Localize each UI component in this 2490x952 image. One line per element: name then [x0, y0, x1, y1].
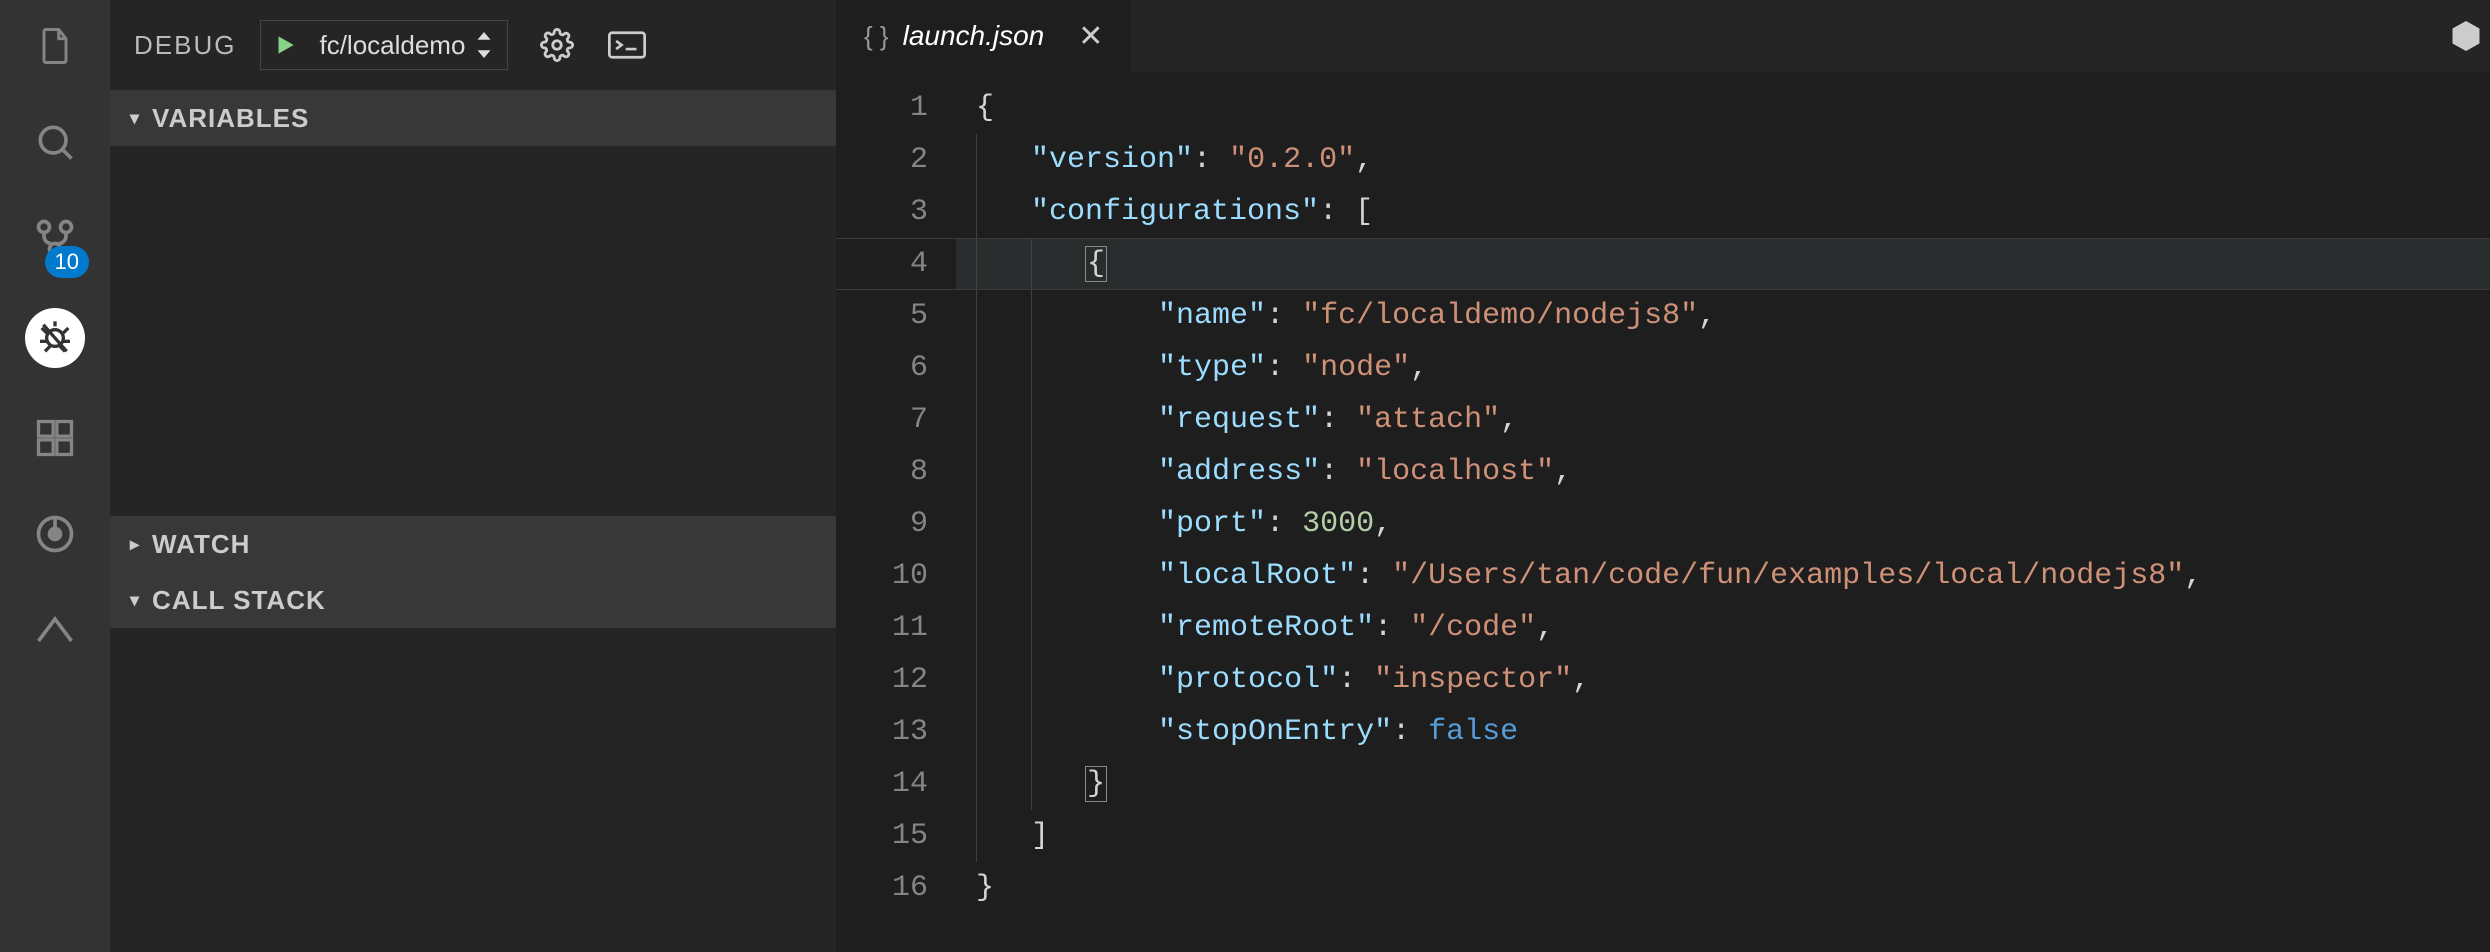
line-number: 5 [836, 290, 928, 342]
code-line[interactable]: "port": 3000, [956, 498, 2490, 550]
extensions-icon[interactable] [29, 412, 81, 464]
code-line[interactable]: } [956, 758, 2490, 810]
line-number: 11 [836, 602, 928, 654]
code-line[interactable]: } [956, 862, 2490, 914]
code-line[interactable]: "localRoot": "/Users/tan/code/fun/exampl… [956, 550, 2490, 602]
code-line[interactable]: "name": "fc/localdemo/nodejs8", [956, 290, 2490, 342]
line-number: 2 [836, 134, 928, 186]
debug-header: DEBUG fc/localdemo [110, 0, 836, 90]
callstack-section-header[interactable]: ▾ CALL STACK [110, 572, 836, 628]
debug-run-box: fc/localdemo [260, 20, 508, 70]
start-debug-button[interactable] [261, 21, 309, 69]
line-number: 12 [836, 654, 928, 706]
chevron-right-icon: ▸ [130, 534, 140, 555]
activity-bar: 10 [0, 0, 110, 952]
code-line[interactable]: "stopOnEntry": false [956, 706, 2490, 758]
code-line[interactable]: "address": "localhost", [956, 446, 2490, 498]
line-number: 14 [836, 758, 928, 810]
callstack-label: CALL STACK [152, 585, 326, 616]
variables-label: VARIABLES [152, 103, 309, 134]
code-line[interactable]: "remoteRoot": "/code", [956, 602, 2490, 654]
watch-label: WATCH [152, 529, 250, 560]
callstack-section-body [110, 628, 836, 952]
chevron-down-icon: ▾ [130, 108, 140, 129]
code-line[interactable]: { [956, 238, 2490, 290]
debug-config-select[interactable]: fc/localdemo [309, 21, 507, 69]
gear-icon[interactable] [536, 24, 578, 66]
line-number: 10 [836, 550, 928, 602]
tab-bar: { } launch.json ✕ [836, 0, 2490, 72]
code-line[interactable]: { [956, 82, 2490, 134]
line-number: 8 [836, 446, 928, 498]
line-number: 1 [836, 82, 928, 134]
line-number: 6 [836, 342, 928, 394]
code-line[interactable]: "request": "attach", [956, 394, 2490, 446]
code-line[interactable]: "protocol": "inspector", [956, 654, 2490, 706]
tab-launch-json[interactable]: { } launch.json ✕ [836, 0, 1132, 72]
variables-section-header[interactable]: ▾ VARIABLES [110, 90, 836, 146]
line-number: 13 [836, 706, 928, 758]
code-line[interactable]: "version": "0.2.0", [956, 134, 2490, 186]
editor-area: { } launch.json ✕ 1 2 3 4 5 6 7 8 9 10 1… [836, 0, 2490, 952]
debug-icon[interactable] [25, 308, 85, 368]
line-number: 3 [836, 186, 928, 238]
line-number: 9 [836, 498, 928, 550]
line-number: 4 [836, 238, 928, 290]
search-icon[interactable] [29, 116, 81, 168]
code-line[interactable]: ] [956, 810, 2490, 862]
debug-config-name: fc/localdemo [319, 30, 465, 61]
code-editor[interactable]: 1 2 3 4 5 6 7 8 9 10 11 12 13 14 15 16 {… [836, 72, 2490, 952]
gitlens-icon[interactable] [29, 508, 81, 560]
chevron-down-icon: ▾ [130, 590, 140, 611]
debug-console-icon[interactable] [606, 24, 648, 66]
json-icon: { } [864, 21, 889, 52]
variables-section-body [110, 146, 836, 516]
line-number: 7 [836, 394, 928, 446]
source-control-icon[interactable]: 10 [29, 212, 81, 264]
line-number: 15 [836, 810, 928, 862]
scm-badge: 10 [45, 246, 89, 278]
extra-icon[interactable] [29, 604, 81, 656]
explorer-icon[interactable] [29, 20, 81, 72]
debug-sidebar: DEBUG fc/localdemo ▾ VARIABLES ▸ WATCH ▾… [110, 0, 836, 952]
editor-corner-icon[interactable] [2448, 18, 2484, 59]
debug-title: DEBUG [134, 30, 236, 61]
code-lines[interactable]: { "version": "0.2.0", "configurations": … [956, 82, 2490, 952]
tab-filename: launch.json [903, 20, 1045, 52]
code-line[interactable]: "type": "node", [956, 342, 2490, 394]
code-line[interactable]: "configurations": [ [956, 186, 2490, 238]
close-icon[interactable]: ✕ [1078, 19, 1103, 54]
line-number: 16 [836, 862, 928, 914]
line-gutter: 1 2 3 4 5 6 7 8 9 10 11 12 13 14 15 16 [836, 82, 956, 952]
watch-section-header[interactable]: ▸ WATCH [110, 516, 836, 572]
